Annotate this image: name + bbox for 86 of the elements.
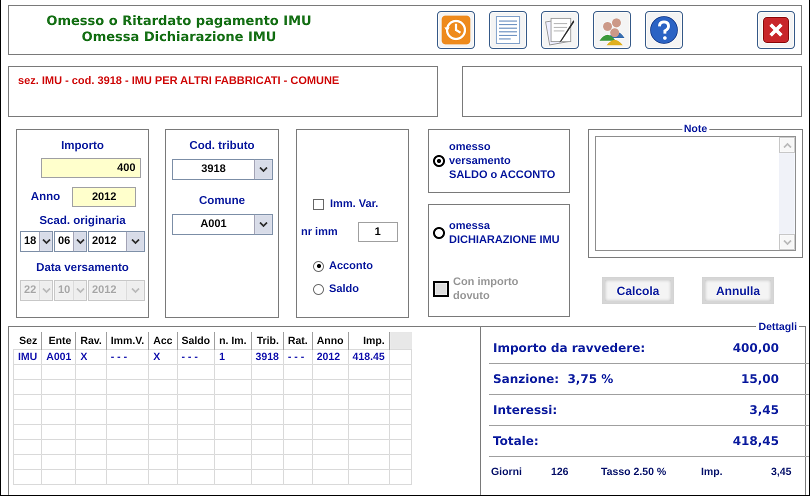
table-cell: X [76, 350, 106, 364]
detail-value: 418,45 [732, 434, 779, 448]
amount-value: 3,45 [771, 466, 792, 478]
column-header[interactable]: Anno [312, 332, 348, 350]
property-count-field[interactable]: 1 [358, 222, 398, 242]
field-label: Data versamento [36, 262, 129, 274]
radio-button[interactable] [313, 260, 324, 272]
action-button[interactable]: Annulla [702, 277, 774, 304]
rate-text: Tasso 2.50 % [601, 466, 668, 478]
clock-icon [439, 13, 473, 47]
chevron-down-icon [42, 238, 51, 245]
radio-button[interactable] [313, 284, 324, 294]
info-text: sez. IMU - cod. 3918 - IMU PER ALTRI FABBRICATI - COMUNE [8, 66, 438, 117]
toolbar-button[interactable] [541, 11, 579, 49]
toolbar-button[interactable] [645, 11, 683, 49]
detail-value: 15,00 [740, 372, 779, 386]
days-value: 126 [551, 466, 570, 478]
checkbox[interactable] [313, 198, 324, 210]
toolbar-button[interactable] [489, 11, 527, 49]
checkbox-label: Con importo dovuto [453, 275, 518, 303]
table-cell: 1 [214, 350, 252, 364]
toolbar-button[interactable] [437, 11, 475, 49]
detail-value: 400,00 [732, 341, 779, 355]
column-header[interactable]: Ente [42, 332, 76, 350]
notes-field[interactable] [595, 136, 796, 251]
chevron-down-icon [76, 287, 85, 294]
table-cell: IMU [14, 350, 42, 364]
chevron-down-icon [131, 238, 140, 245]
chevron-down-icon [259, 166, 268, 173]
chevron-down-icon [42, 287, 51, 294]
close-button[interactable] [757, 11, 795, 49]
column-header[interactable]: Acc [148, 332, 177, 350]
field-label: Importo [61, 140, 104, 152]
days-label: Giorni [491, 466, 523, 478]
column-header[interactable]: Sez [14, 332, 42, 350]
radio-label: omessa DICHIARAZIONE IMU [449, 219, 560, 247]
radio-label: Saldo [329, 283, 359, 295]
field-label: Comune [198, 195, 246, 207]
help-icon [647, 13, 681, 47]
date-dropdown[interactable]: 06 [54, 231, 87, 252]
column-header[interactable]: Imp. [348, 332, 390, 350]
chevron-down-icon [259, 221, 268, 228]
radio-button[interactable] [433, 227, 445, 239]
detail-label: Sanzione: 3,75 % [493, 372, 614, 386]
column-header[interactable]: Trib. [251, 332, 284, 350]
field-label: Scad. originaria [39, 215, 126, 227]
notes-title: Note [682, 123, 710, 135]
field-label: nr imm [301, 226, 338, 238]
table-cell: X [148, 350, 177, 364]
radio-button[interactable] [433, 155, 445, 167]
toolbar-button[interactable] [593, 11, 631, 49]
column-header[interactable]: n. Im. [214, 332, 252, 350]
table-cell: 418.45 [348, 350, 390, 364]
table-cell: - - - [106, 350, 149, 364]
chevron-down-icon [131, 287, 140, 294]
tax-code-dropdown[interactable]: 3918 [172, 159, 273, 180]
detail-label: Importo da ravvedere: [493, 341, 646, 355]
radio-label: Acconto [329, 260, 373, 272]
column-header[interactable]: Rav. [76, 332, 106, 350]
table-cell: 2012 [312, 350, 348, 364]
column-header[interactable]: Rat. [283, 332, 312, 350]
table-cell: 3918 [251, 350, 284, 364]
amount-field[interactable]: 400 [40, 158, 140, 178]
column-header[interactable]: Imm.V. [106, 332, 149, 350]
action-button[interactable]: Calcola [602, 277, 674, 304]
column-header[interactable]: Saldo [177, 332, 215, 350]
detail-label: Interessi: [493, 403, 558, 417]
detail-value: 3,45 [748, 403, 779, 417]
table-cell: - - - [177, 350, 215, 364]
table-cell: - - - [283, 350, 312, 364]
chevron-down-icon [76, 238, 85, 245]
amount-label: Imp. [701, 466, 724, 478]
chevron-down-icon [782, 238, 792, 246]
scroll-up-icon [782, 142, 792, 148]
field-label: Cod. tributo [188, 140, 256, 152]
municipality-dropdown[interactable]: A001 [172, 214, 273, 235]
checkbox-label: Imm. Var. [330, 198, 378, 210]
field-label: Anno [30, 191, 60, 203]
table-cell: A001 [42, 350, 76, 364]
date-dropdown[interactable]: 18 [20, 231, 53, 252]
year-field[interactable]: 2012 [72, 187, 136, 207]
radio-label: omesso versamento SALDO o ACCONTO [449, 140, 556, 182]
date-dropdown[interactable]: 2012 [88, 231, 145, 252]
window-title: Omesso o Ritardato pagamento IMU Omessa Dichiarazione IMU [45, 14, 313, 46]
details-title: Dettagli [756, 321, 799, 333]
detail-label: Totale: [493, 434, 540, 448]
